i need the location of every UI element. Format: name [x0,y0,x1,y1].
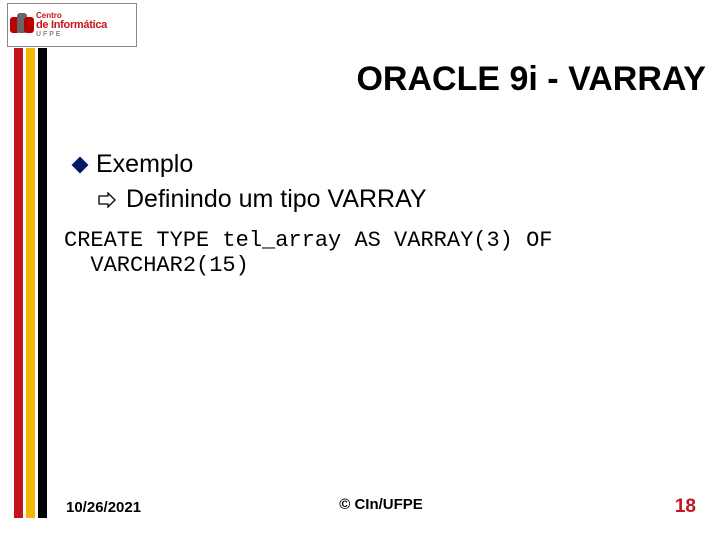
slide-body: Exemplo Definindo um tipo VARRAY CREATE … [70,150,696,279]
left-stripes [14,48,46,518]
bullet-level2: Definindo um tipo VARRAY [98,185,696,214]
stripe-red [14,48,23,518]
logo-line3: U F P E [36,31,107,38]
stripe-black [38,48,47,518]
footer-date: 10/26/2021 [66,499,141,516]
diamond-bullet-icon [72,156,89,173]
title-plain: VARRAY [568,60,706,98]
logo-inner: Centro de Informática U F P E [8,4,136,46]
arrow-bullet-icon [98,192,120,208]
bullet-level2-text: Definindo um tipo VARRAY [126,185,427,214]
slide-title: ORACLE 9i - VARRAY [60,60,706,99]
code-block: CREATE TYPE tel_array AS VARRAY(3) OF VA… [64,228,696,279]
footer-copyright: © CIn/UFPE [339,496,423,513]
logo: Centro de Informática U F P E [7,3,137,47]
bullet-level1-text: Exemplo [96,150,193,179]
bullet-level1: Exemplo [70,150,696,179]
logo-line2: de Informática [36,20,107,31]
logo-mark-icon [10,13,34,37]
title-shadowed: ORACLE 9i - [356,60,568,98]
footer-page-number: 18 [675,496,696,518]
slide: Centro de Informática U F P E ORACLE 9i … [0,0,720,540]
logo-text: Centro de Informática U F P E [36,12,107,38]
stripe-yellow [26,48,35,518]
footer: 10/26/2021 © CIn/UFPE 18 [66,496,696,518]
